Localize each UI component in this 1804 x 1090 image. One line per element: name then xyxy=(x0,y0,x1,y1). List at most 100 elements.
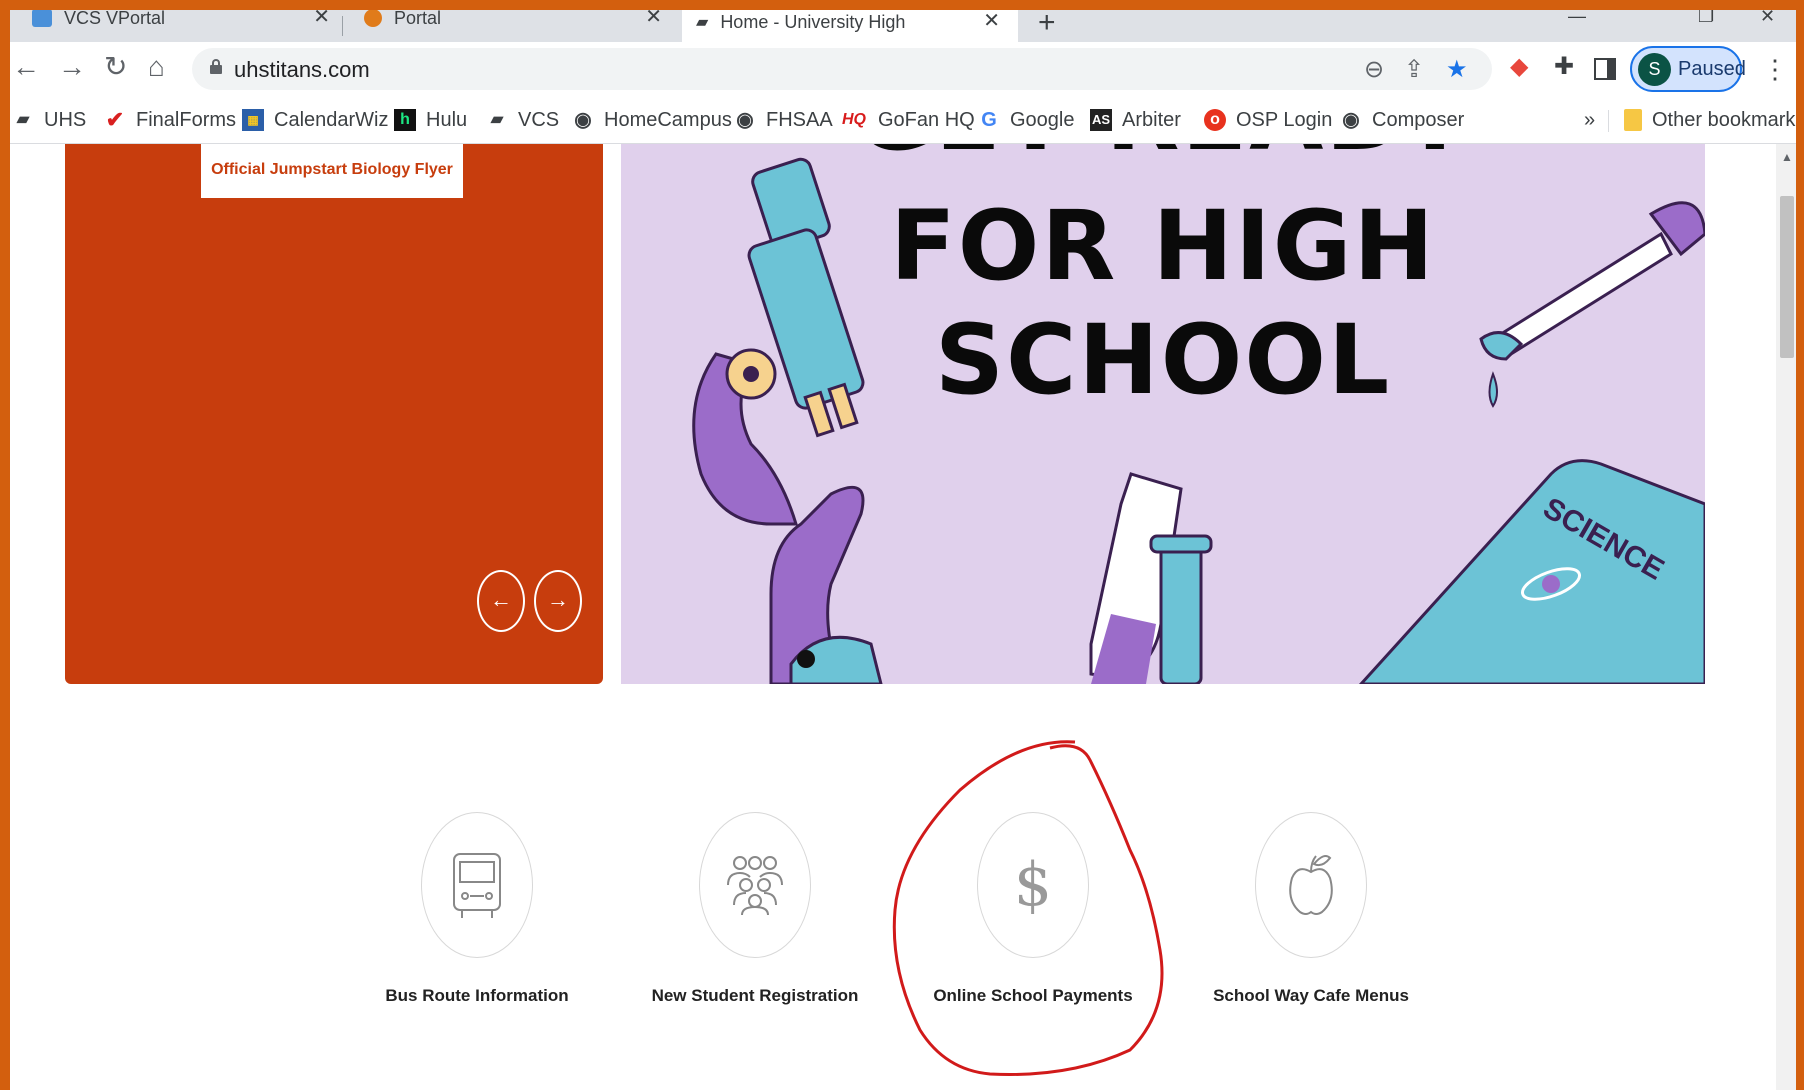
slider-panel: Official Jumpstart Biology Flyer ← → xyxy=(65,144,603,684)
globe-icon: ◉ xyxy=(574,109,592,131)
quick-link-new-student-registration[interactable]: New Student Registration xyxy=(640,812,870,1006)
hero-banner: GET READY FOR HIGH SCHOOL xyxy=(621,144,1705,684)
bookmark-label: Arbiter xyxy=(1122,108,1181,131)
people-icon[interactable] xyxy=(699,812,811,958)
back-button[interactable]: ← xyxy=(12,52,40,82)
forward-button[interactable]: → xyxy=(58,52,86,82)
avatar: S xyxy=(1638,53,1671,86)
tab-title: Home - University High xyxy=(720,11,906,32)
test-tube-icon xyxy=(1089,472,1213,684)
check-icon: ✔ xyxy=(105,107,125,132)
tab-title: VCS VPortal xyxy=(64,10,166,28)
bookmarks-bar: ▰ UHS ✔ FinalForms ▦ CalendarWiz h Hulu ▰ VCS… xyxy=(10,96,1796,144)
dropper-icon xyxy=(1479,201,1705,408)
bookmarks-separator xyxy=(1608,110,1609,132)
browser-toolbar: ← → ↻ ⌂ uhstitans.com ⊖ ⇪ ★ ◆ ✚ S Paused… xyxy=(10,42,1796,96)
microscope-icon xyxy=(692,157,883,684)
bookmark-composer[interactable]: ◉ Composer xyxy=(1340,106,1464,134)
folder-icon xyxy=(1624,109,1642,131)
bookmark-google[interactable]: G Google xyxy=(978,106,1075,134)
bookmark-label: VCS xyxy=(518,108,560,131)
home-button[interactable]: ⌂ xyxy=(148,52,165,82)
close-window-icon[interactable]: ✕ xyxy=(1760,10,1775,27)
arbiter-icon: AS xyxy=(1090,109,1112,131)
browser-window: VCS VPortal ✕ Portal ✕ ▰ Home - Universi… xyxy=(10,10,1796,1090)
science-illustration: SCIENCE xyxy=(692,157,1705,684)
bookmark-label: UHS xyxy=(44,108,87,131)
tab-portal[interactable]: Portal ✕ xyxy=(350,10,680,34)
osp-icon: o xyxy=(1204,109,1226,131)
tab-title: Portal xyxy=(394,10,442,28)
cap-icon: ▰ xyxy=(696,14,709,31)
dollar-icon[interactable]: $ xyxy=(977,812,1089,958)
profile-status: Paused xyxy=(1678,58,1746,80)
restore-icon[interactable]: ❐ xyxy=(1698,10,1714,27)
vportal-favicon-icon xyxy=(32,10,52,27)
bookmark-label: OSP Login xyxy=(1236,108,1333,131)
quick-link-cafe-menus[interactable]: School Way Cafe Menus xyxy=(1196,812,1426,1006)
bookmark-label: Composer xyxy=(1372,108,1465,131)
url-text[interactable]: uhstitans.com xyxy=(234,57,370,83)
bookmark-label: CalendarWiz xyxy=(274,108,389,131)
scrollbar-thumb[interactable] xyxy=(1780,196,1794,358)
slider-next-button[interactable]: → xyxy=(534,570,582,632)
slider-prev-button[interactable]: ← xyxy=(477,570,525,632)
reload-button[interactable]: ↻ xyxy=(104,52,127,82)
puzzle-icon[interactable]: ✚ xyxy=(1554,52,1574,81)
portal-favicon-icon xyxy=(364,10,382,27)
jumpstart-flyer-button[interactable]: Official Jumpstart Biology Flyer xyxy=(201,144,463,198)
bookmark-label: Other bookmarks xyxy=(1652,108,1796,131)
tab-separator xyxy=(342,16,343,36)
profile-button[interactable]: S Paused xyxy=(1630,46,1746,92)
bookmark-fhsaa[interactable]: ◉ FHSAA xyxy=(734,106,833,134)
scroll-up-arrow-icon[interactable]: ▲ xyxy=(1781,150,1793,164)
quick-link-label[interactable]: New Student Registration xyxy=(640,986,870,1006)
bookmark-hulu[interactable]: h Hulu xyxy=(394,106,467,134)
globe-icon: ◉ xyxy=(1342,109,1360,131)
bookmarks-overflow-button[interactable]: » xyxy=(1584,106,1595,134)
tab-home-university-high[interactable]: ▰ Home - University High ✕ xyxy=(682,10,1018,42)
page-content: Official Jumpstart Biology Flyer ← → GET… xyxy=(10,144,1776,1090)
bus-icon[interactable] xyxy=(421,812,533,958)
tab-vcs-vportal[interactable]: VCS VPortal ✕ xyxy=(18,10,348,34)
bookmark-arbiter[interactable]: AS Arbiter xyxy=(1090,106,1181,134)
lock-icon xyxy=(210,59,222,74)
quick-link-label[interactable]: School Way Cafe Menus xyxy=(1196,986,1426,1006)
close-icon[interactable]: ✕ xyxy=(313,10,330,29)
calendar-icon: ▦ xyxy=(242,109,264,131)
extension-icon[interactable]: ◆ xyxy=(1510,52,1528,81)
bookmark-homecampus[interactable]: ◉ HomeCampus xyxy=(572,106,732,134)
cap-icon: ▰ xyxy=(16,111,30,128)
bookmark-label: Google xyxy=(1010,108,1075,131)
bookmark-gofan-hq[interactable]: HQ GoFan HQ xyxy=(840,106,975,134)
bookmark-osp-login[interactable]: o OSP Login xyxy=(1204,106,1332,134)
bookmark-calendarwiz[interactable]: ▦ CalendarWiz xyxy=(242,106,388,134)
bookmark-label: FHSAA xyxy=(766,108,833,131)
apple-icon[interactable] xyxy=(1255,812,1367,958)
quick-link-online-school-payments[interactable]: $ Online School Payments xyxy=(918,812,1148,1006)
new-tab-button[interactable]: + xyxy=(1038,10,1056,40)
hq-icon: HQ xyxy=(842,111,866,128)
menu-icon[interactable]: ⋮ xyxy=(1762,54,1788,85)
bookmark-vcs[interactable]: ▰ VCS xyxy=(486,106,559,134)
side-panel-icon[interactable] xyxy=(1594,58,1616,80)
bookmark-uhs[interactable]: ▰ UHS xyxy=(12,106,86,134)
close-icon[interactable]: ✕ xyxy=(983,10,1000,33)
minimize-icon[interactable]: — xyxy=(1568,10,1586,27)
bookmark-label: Hulu xyxy=(426,108,468,131)
other-bookmarks[interactable]: Other bookmarks xyxy=(1624,106,1796,134)
bookmark-finalforms[interactable]: ✔ FinalForms xyxy=(104,106,236,134)
cap-icon: ▰ xyxy=(490,111,504,128)
close-icon[interactable]: ✕ xyxy=(645,10,662,29)
quick-link-bus-route[interactable]: Bus Route Information xyxy=(362,812,592,1006)
bookmark-star-icon[interactable]: ★ xyxy=(1446,55,1468,84)
bookmark-label: FinalForms xyxy=(136,108,237,131)
bookmark-label: HomeCampus xyxy=(604,108,732,131)
hulu-icon: h xyxy=(394,109,416,131)
quick-link-label[interactable]: Bus Route Information xyxy=(362,986,592,1006)
zoom-icon[interactable]: ⊖ xyxy=(1364,55,1384,84)
address-bar[interactable]: uhstitans.com ⊖ ⇪ ★ xyxy=(192,48,1492,90)
tab-strip: VCS VPortal ✕ Portal ✕ ▰ Home - Universi… xyxy=(10,10,1796,42)
share-icon[interactable]: ⇪ xyxy=(1404,55,1424,84)
quick-link-label[interactable]: Online School Payments xyxy=(918,986,1148,1006)
